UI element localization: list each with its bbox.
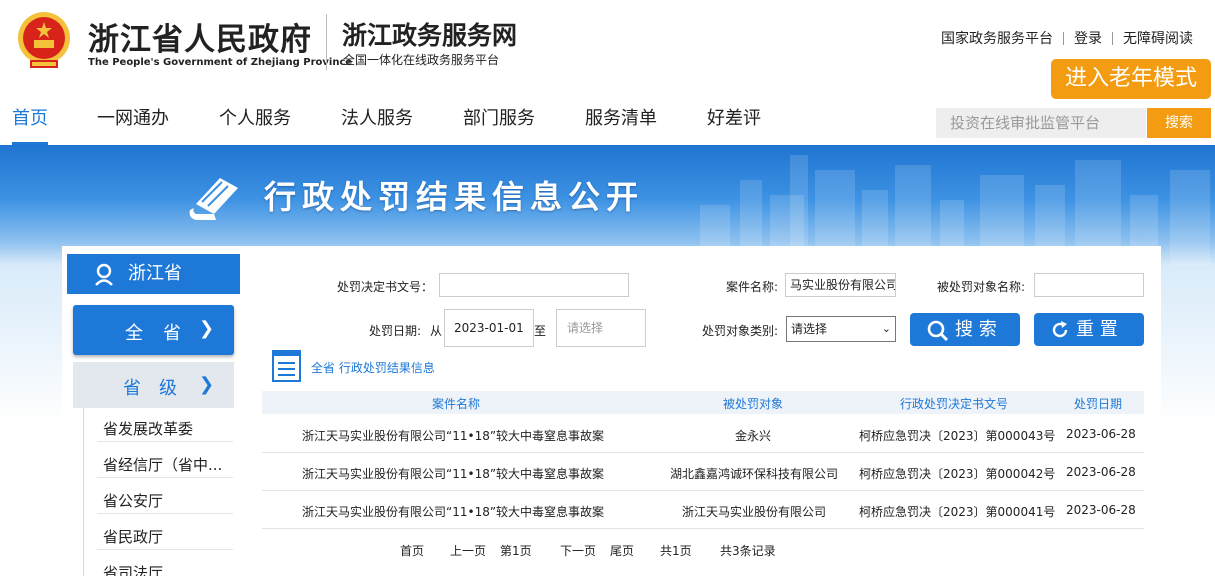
divider [97, 549, 233, 550]
national-platform-link[interactable]: 国家政务服务平台 [941, 28, 1053, 48]
target-type-select[interactable]: 请选择 ⌄ [786, 316, 896, 342]
gov-title: 浙江省人民政府 [88, 22, 312, 58]
divider [97, 513, 233, 514]
link-separator [1063, 31, 1064, 45]
query-button-label: 搜 索 [955, 319, 997, 340]
dept-item[interactable]: 省经信厅（省中... [103, 454, 222, 475]
elder-mode-button[interactable]: 进入老年模式 [1051, 59, 1211, 99]
target-type-value: 请选择 [791, 322, 828, 336]
region-header: 浙江省 [67, 254, 240, 294]
target-cell: 金永兴 [735, 429, 772, 443]
target-name-input[interactable] [1034, 273, 1144, 297]
all-province-label: 全省 [125, 323, 201, 344]
case-name-label: 案件名称: [726, 280, 779, 294]
doc-no-cell: 柯桥应急罚决〔2023〕第000042号 [859, 467, 1056, 481]
province-level-label: 省级 [123, 378, 195, 399]
accessibility-link[interactable]: 无障碍阅读 [1123, 28, 1193, 48]
nav-legal-person-services[interactable]: 法人服务 [341, 104, 413, 144]
refresh-icon [1052, 321, 1068, 338]
list-scrollbar[interactable] [83, 408, 84, 576]
date-to-input[interactable]: 请选择 [556, 309, 646, 347]
department-list: 省发展改革委 省经信厅（省中... 省公安厅 省民政厅 省司法厅 [73, 406, 234, 576]
gov-english-title: The People's Government of Zhejiang Prov… [88, 57, 353, 68]
banner-title: 行政处罚结果信息公开 [264, 178, 645, 216]
reset-button[interactable]: 重 置 [1034, 313, 1144, 346]
case-name-cell[interactable]: 浙江天马实业股份有限公司“11•18”较大中毒窒息事故案 [302, 503, 604, 520]
nav-one-stop[interactable]: 一网通办 [97, 104, 169, 144]
date-from-input[interactable]: 2023-01-01 [444, 309, 534, 347]
list-document-icon [272, 350, 301, 382]
dept-item[interactable]: 省民政厅 [103, 526, 163, 547]
chevron-right-icon: ❯ [199, 318, 215, 339]
top-links: 国家政务服务平台 登录 无障碍阅读 [941, 28, 1193, 48]
service-subtitle: 全国一体化在线政务服务平台 [343, 53, 500, 67]
column-header: 案件名称 [432, 397, 481, 411]
date-cell: 2023-06-28 [1066, 465, 1136, 479]
column-header: 被处罚对象 [723, 397, 784, 411]
table-row[interactable]: 浙江天马实业股份有限公司“11•18”较大中毒窒息事故案 浙江天马实业股份有限公… [262, 491, 1144, 529]
date-cell: 2023-06-28 [1066, 427, 1136, 441]
first-page-link[interactable]: 首页 [400, 542, 424, 559]
location-pin-icon [95, 263, 113, 286]
date-cell: 2023-06-28 [1066, 503, 1136, 517]
target-cell: 浙江天马实业股份有限公司 [682, 505, 827, 519]
search-button[interactable]: 搜索 [1147, 108, 1211, 138]
date-from-label: 从 [430, 324, 443, 338]
target-name-label: 被处罚对象名称: [937, 280, 1026, 294]
search-icon [927, 320, 949, 342]
case-name-input[interactable]: 马实业股份有限公司 [785, 273, 896, 297]
doc-no-input[interactable] [439, 273, 629, 297]
table-header: 案件名称 被处罚对象 行政处罚决定书文号 处罚日期 [262, 391, 1144, 414]
all-province-button[interactable]: 全省 ❯ [73, 305, 234, 355]
date-to-label: 至 [534, 324, 547, 338]
divider [97, 441, 233, 442]
national-emblem-icon [18, 12, 70, 68]
query-button[interactable]: 搜 索 [910, 313, 1020, 346]
case-name-cell[interactable]: 浙江天马实业股份有限公司“11•18”较大中毒窒息事故案 [302, 465, 604, 482]
doc-no-cell: 柯桥应急罚决〔2023〕第000043号 [859, 429, 1056, 443]
nav-personal-services[interactable]: 个人服务 [219, 104, 291, 144]
breadcrumb: 全省 行政处罚结果信息 [311, 361, 435, 375]
target-type-label: 处罚对象类别: [702, 324, 779, 338]
doc-no-label: 处罚决定书文号： [337, 280, 434, 294]
login-link[interactable]: 登录 [1074, 28, 1102, 48]
column-header: 处罚日期 [1074, 397, 1123, 411]
next-page-link[interactable]: 下一页 [560, 542, 596, 559]
link-separator [1112, 31, 1113, 45]
chevron-down-icon: ⌄ [881, 322, 891, 335]
case-name-cell[interactable]: 浙江天马实业股份有限公司“11•18”较大中毒窒息事故案 [302, 427, 604, 444]
book-icon [189, 178, 238, 220]
reset-button-label: 重 置 [1076, 319, 1118, 340]
nav-department-services[interactable]: 部门服务 [463, 104, 535, 144]
nav-service-list[interactable]: 服务清单 [585, 104, 657, 144]
service-title: 浙江政务服务网 [342, 21, 518, 50]
header-divider [326, 14, 327, 70]
nav-home[interactable]: 首页 [12, 104, 48, 145]
target-cell: 湖北鑫嘉鸿诚环保科技有限公司 [670, 467, 839, 481]
dept-item[interactable]: 省发展改革委 [103, 418, 193, 439]
total-pages: 共1页 [660, 544, 692, 558]
province-level-button[interactable]: 省级 ❯ [73, 362, 234, 408]
region-name: 浙江省 [128, 263, 182, 284]
search-input[interactable]: 投资在线审批监管平台 [936, 108, 1146, 138]
chevron-right-icon: ❯ [199, 374, 215, 395]
last-page-link[interactable]: 尾页 [610, 542, 634, 559]
date-label: 处罚日期: [369, 324, 422, 338]
dept-item[interactable]: 省司法厅 [103, 562, 163, 576]
column-header: 行政处罚决定书文号 [900, 397, 1009, 411]
current-page: 第1页 [500, 544, 532, 558]
table-row[interactable]: 浙江天马实业股份有限公司“11•18”较大中毒窒息事故案 湖北鑫嘉鸿诚环保科技有… [262, 453, 1144, 491]
total-records: 共3条记录 [720, 544, 776, 558]
prev-page-link[interactable]: 上一页 [450, 542, 486, 559]
dept-item[interactable]: 省公安厅 [103, 490, 163, 511]
nav-rating[interactable]: 好差评 [707, 104, 761, 144]
divider [97, 477, 233, 478]
table-row[interactable]: 浙江天马实业股份有限公司“11•18”较大中毒窒息事故案 金永兴 柯桥应急罚决〔… [262, 415, 1144, 453]
doc-no-cell: 柯桥应急罚决〔2023〕第000041号 [859, 505, 1056, 519]
